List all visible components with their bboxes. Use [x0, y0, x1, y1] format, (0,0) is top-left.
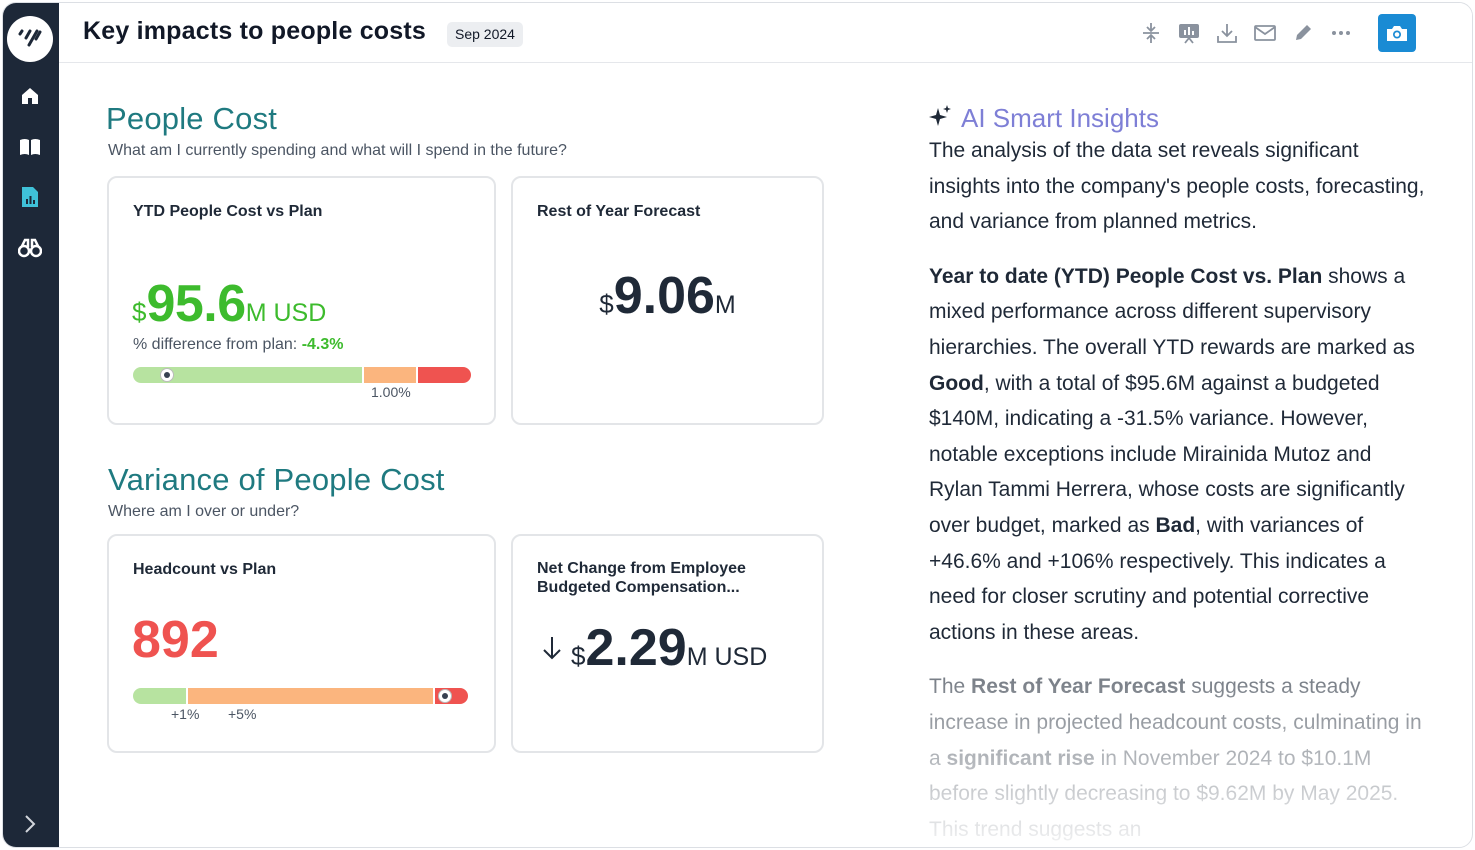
date-badge[interactable]: Sep 2024 — [447, 22, 523, 47]
ytd-value: $95.6M USD — [132, 274, 326, 334]
header: Key impacts to people costs Sep 2024 — [59, 3, 1472, 63]
ytd-unit: M USD — [245, 299, 327, 327]
arrow-down-icon — [541, 635, 563, 669]
book-icon[interactable] — [17, 134, 43, 160]
ai-insights-title: AI Smart Insights — [961, 103, 1159, 133]
ai-insights-body: The analysis of the data set reveals sig… — [929, 133, 1429, 845]
ai-text: The — [929, 675, 972, 699]
net-change-card[interactable]: Net Change from Employee Budgeted Compen… — [511, 534, 824, 753]
ai-bold-ytd: Year to date (YTD) People Cost vs. Plan — [929, 264, 1323, 288]
net-currency: $ — [571, 641, 586, 671]
net-card-title: Net Change from Employee Budgeted Compen… — [537, 559, 746, 597]
net-change-value: $2.29 M USD — [541, 618, 767, 678]
headcount-tick-1: +1% — [171, 706, 200, 722]
app-frame: Key impacts to people costs Sep 2024 Peo… — [2, 2, 1473, 848]
ai-paragraph-3: The Rest of Year Forecast suggests a ste… — [929, 669, 1429, 845]
ytd-pct-line: % difference from plan: -4.3% — [133, 336, 343, 354]
ytd-pct-value: -4.3% — [301, 336, 344, 353]
ytd-number: 95.6 — [146, 275, 246, 333]
sidebar — [3, 3, 59, 847]
toolbar — [1126, 14, 1416, 52]
camera-button[interactable] — [1378, 14, 1416, 52]
edit-icon[interactable] — [1290, 20, 1316, 46]
headcount-value: 892 — [132, 611, 219, 669]
ai-bold-rise: significant rise — [946, 746, 1095, 770]
variance-title: Variance of People Cost — [108, 462, 445, 497]
camera-icon — [1387, 26, 1407, 41]
ytd-currency: $ — [132, 297, 147, 327]
mail-icon[interactable] — [1252, 20, 1278, 46]
ytd-pct-label: % difference from plan: — [133, 336, 298, 353]
forecast-number: 9.06 — [613, 267, 715, 325]
net-card-title-line2: Budgeted Compensation... — [537, 579, 740, 596]
sparkle-icon — [929, 104, 953, 133]
forecast-currency: $ — [599, 289, 614, 319]
home-icon[interactable] — [17, 83, 43, 109]
ytd-bar-marker — [160, 368, 174, 382]
page-title: Key impacts to people costs — [83, 17, 426, 45]
net-unit: M USD — [686, 643, 768, 671]
headcount-tick-2: +5% — [228, 706, 257, 722]
ytd-cost-card[interactable]: YTD People Cost vs Plan $95.6M USD % dif… — [107, 176, 496, 425]
binoculars-icon[interactable] — [17, 235, 43, 261]
forecast-unit: M — [714, 291, 736, 319]
ai-paragraph-2: Year to date (YTD) People Cost vs. Plan … — [929, 259, 1429, 651]
forecast-card-title: Rest of Year Forecast — [537, 203, 701, 220]
forecast-value: $9.06M — [513, 266, 822, 326]
variance-subtitle: Where am I over or under? — [108, 503, 300, 520]
ytd-variance-bar — [133, 367, 471, 383]
ai-text: , with a total of $95.6M against a budge… — [929, 371, 1405, 537]
ai-bold-bad: Bad — [1155, 513, 1196, 537]
logo[interactable] — [7, 16, 53, 62]
presentation-icon[interactable] — [1176, 20, 1202, 46]
people-cost-subtitle: What am I currently spending and what wi… — [108, 142, 567, 159]
ai-bold-good: Good — [929, 371, 984, 395]
ytd-bar-tick: 1.00% — [371, 384, 411, 400]
expand-sidebar-icon[interactable] — [17, 811, 43, 837]
collapse-icon[interactable] — [1138, 20, 1164, 46]
report-icon[interactable] — [17, 184, 43, 210]
more-icon[interactable] — [1328, 20, 1354, 46]
ytd-card-title: YTD People Cost vs Plan — [133, 203, 323, 220]
headcount-bar-marker — [438, 689, 452, 703]
headcount-card[interactable]: Headcount vs Plan 892 +1% +5% — [107, 534, 496, 753]
net-card-title-line1: Net Change from Employee — [537, 560, 746, 577]
net-number: 2.29 — [585, 619, 687, 677]
people-cost-title: People Cost — [106, 101, 278, 136]
download-icon[interactable] — [1214, 20, 1240, 46]
forecast-card[interactable]: Rest of Year Forecast $9.06M — [511, 176, 824, 425]
ai-insights-header: AI Smart Insights — [929, 103, 1159, 134]
ai-paragraph-1: The analysis of the data set reveals sig… — [929, 139, 1425, 234]
ai-bold-forecast: Rest of Year Forecast — [971, 675, 1186, 699]
headcount-card-title: Headcount vs Plan — [133, 561, 277, 578]
headcount-variance-bar — [133, 688, 468, 704]
